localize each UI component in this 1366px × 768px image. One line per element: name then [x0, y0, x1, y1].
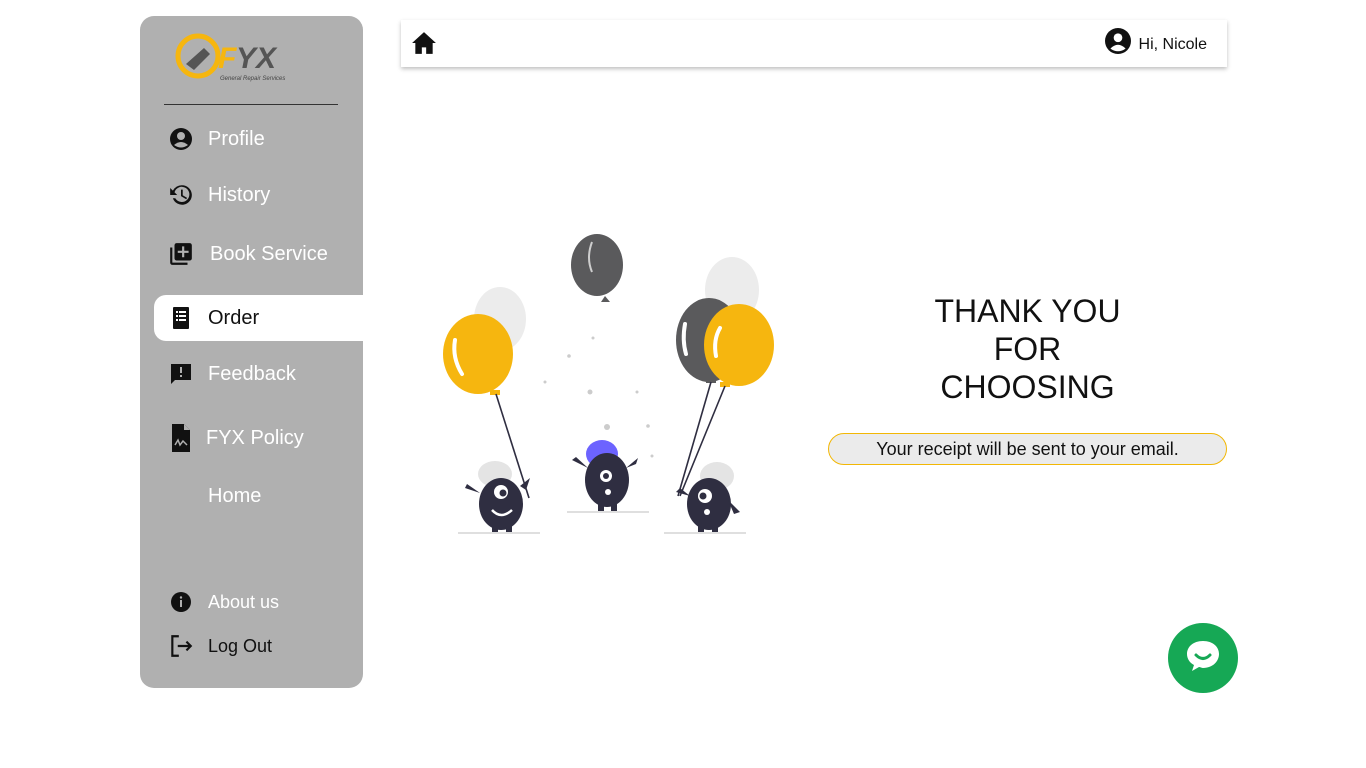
account-circle-icon — [168, 126, 194, 152]
sidebar-item-about-us[interactable]: About us — [154, 579, 363, 625]
sidebar-item-label: Book Service — [210, 242, 328, 265]
receipt-icon — [168, 305, 194, 331]
info-icon — [168, 589, 194, 615]
sidebar-item-profile[interactable]: Profile — [154, 116, 363, 162]
sidebar-item-label: History — [208, 183, 271, 206]
thank-you-line-1: THANK YOU — [934, 293, 1121, 329]
sidebar-item-label: Log Out — [208, 635, 273, 656]
sidebar-item-logout[interactable]: Log Out — [154, 623, 363, 669]
sidebar-item-home[interactable]: Home — [154, 473, 363, 519]
thank-you-heading: THANK YOU FOR CHOOSING — [880, 292, 1175, 406]
sidebar-item-fyx-policy[interactable]: FYX Policy — [154, 415, 363, 461]
logo-divider — [164, 104, 338, 105]
feedback-icon — [168, 361, 194, 387]
sidebar-item-order[interactable]: Order — [154, 295, 363, 341]
sidebar-item-label: Home — [208, 484, 262, 507]
sidebar-item-label: About us — [208, 591, 280, 612]
history-icon — [168, 182, 194, 208]
top-bar: Hi, Nicole — [401, 20, 1227, 67]
svg-text:YX: YX — [236, 42, 278, 75]
chat-bubble-icon — [1185, 639, 1221, 678]
svg-text:General Repair Services: General Repair Services — [220, 76, 285, 82]
sidebar-item-label: Profile — [208, 127, 265, 150]
account-circle-icon — [1104, 27, 1131, 59]
sidebar-item-label: Feedback — [208, 362, 296, 385]
receipt-notice: Your receipt will be sent to your email. — [828, 433, 1227, 465]
celebration-illustration — [430, 228, 790, 548]
fyx-logo: F YX General Repair Services — [170, 30, 300, 88]
library-add-icon — [168, 241, 194, 267]
user-greeting: Hi, Nicole — [1138, 36, 1207, 53]
home-spacer — [168, 483, 194, 509]
sidebar-item-label: Order — [208, 306, 260, 329]
home-icon[interactable] — [411, 30, 437, 56]
svg-text:F: F — [218, 42, 237, 75]
sidebar-item-history[interactable]: History — [154, 172, 363, 218]
thank-you-line-3: CHOOSING — [940, 369, 1115, 405]
policy-document-icon — [168, 424, 194, 452]
logout-icon — [168, 633, 194, 659]
sidebar-item-book-service[interactable]: Book Service — [154, 231, 363, 277]
sidebar: F YX General Repair Services Profile His… — [140, 16, 363, 688]
sidebar-item-label: FYX Policy — [206, 426, 304, 449]
thank-you-line-2: FOR — [993, 331, 1062, 367]
sidebar-item-feedback[interactable]: Feedback — [154, 351, 363, 397]
user-menu[interactable]: Hi, Nicole — [1104, 27, 1207, 59]
chat-button[interactable] — [1168, 623, 1238, 693]
